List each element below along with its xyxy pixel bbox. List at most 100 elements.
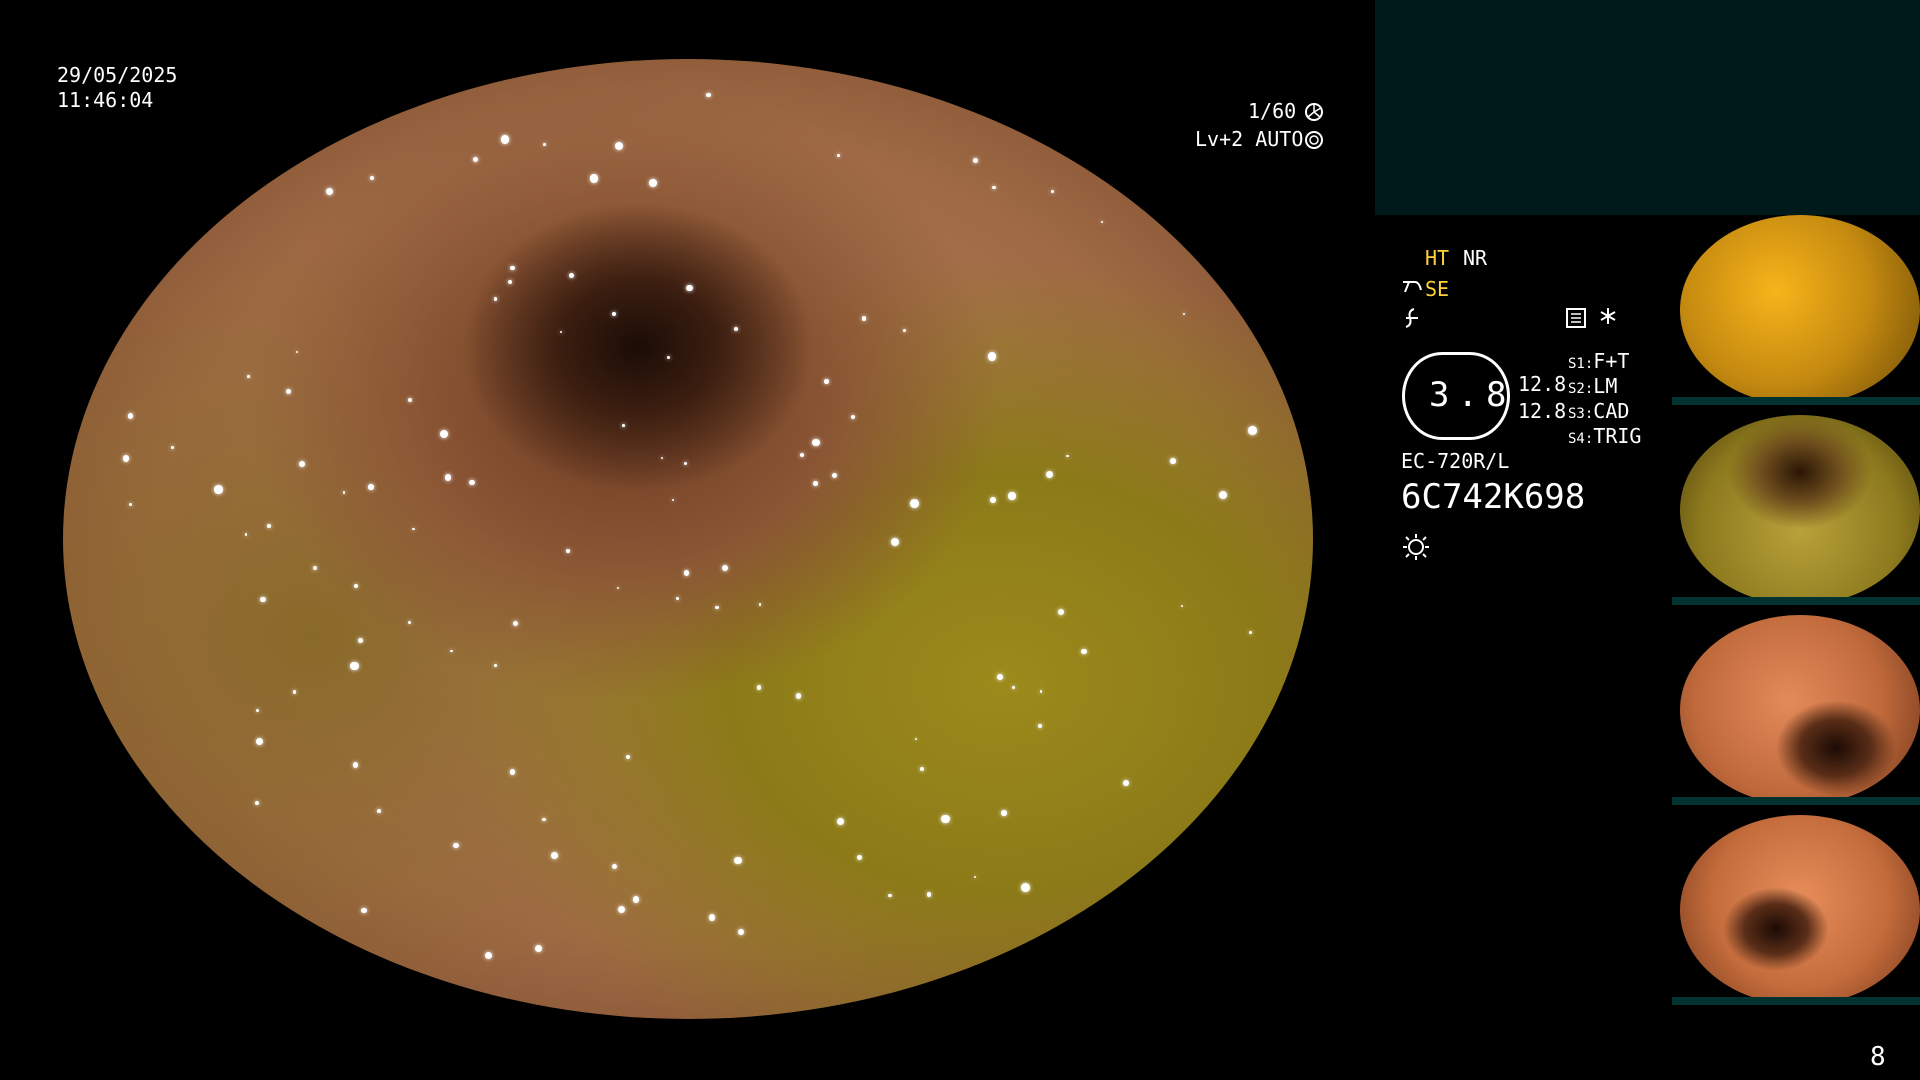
specular-highlight xyxy=(353,584,359,589)
info-panel xyxy=(1375,0,1920,215)
specular-highlight xyxy=(313,565,318,570)
specular-highlight xyxy=(902,328,907,332)
specular-highlight xyxy=(245,533,248,536)
specular-highlight xyxy=(485,952,493,960)
specular-highlight xyxy=(367,484,374,490)
specular-highlight xyxy=(683,570,690,576)
specular-highlight xyxy=(722,565,729,572)
specular-highlight xyxy=(509,265,515,271)
specular-highlight xyxy=(256,737,263,745)
specular-highlight xyxy=(128,503,132,507)
specular-highlight xyxy=(888,893,892,898)
specular-highlight xyxy=(660,457,663,460)
specular-highlight xyxy=(361,907,367,914)
specular-highlight xyxy=(512,621,518,627)
thumbnail-3[interactable] xyxy=(1672,615,1920,805)
switch-3: S3:CAD xyxy=(1568,399,1630,423)
switch-1: S1:F+T xyxy=(1568,349,1630,373)
light-icon xyxy=(1401,532,1431,562)
specular-highlight xyxy=(686,284,693,292)
specular-highlight xyxy=(973,876,976,879)
specular-highlight xyxy=(1123,779,1130,786)
specular-highlight xyxy=(444,474,452,481)
specular-highlight xyxy=(493,297,498,301)
thumbnail-1[interactable] xyxy=(1672,215,1920,405)
specular-highlight xyxy=(1001,810,1007,816)
specular-highlight xyxy=(1170,458,1176,464)
specular-highlight xyxy=(910,499,920,508)
page-number: 8 xyxy=(1870,1042,1886,1072)
specular-highlight xyxy=(973,158,979,164)
thumbnail-2[interactable] xyxy=(1672,415,1920,605)
asterisk-icon xyxy=(1599,307,1617,325)
shutter-label: 1/60 xyxy=(1248,99,1297,123)
specular-highlight xyxy=(507,280,512,285)
specular-highlight xyxy=(1218,490,1227,499)
se-indicator: SE xyxy=(1425,277,1450,301)
specular-highlight xyxy=(535,944,543,952)
specular-highlight xyxy=(408,620,412,624)
specular-highlight xyxy=(997,673,1004,680)
specular-highlight xyxy=(266,524,271,529)
specular-highlight xyxy=(799,453,804,458)
specular-highlight xyxy=(1081,648,1087,655)
ht-indicator: HT xyxy=(1425,246,1450,270)
specular-highlight xyxy=(666,355,671,360)
specular-highlight xyxy=(213,485,223,495)
brightness-indicator: 3.8 xyxy=(1402,352,1510,440)
specular-highlight xyxy=(1247,426,1257,435)
specular-highlight xyxy=(473,156,479,162)
specular-highlight xyxy=(170,446,174,449)
specular-highlight xyxy=(832,473,838,479)
specular-highlight xyxy=(260,596,266,603)
specular-highlight xyxy=(1045,470,1053,478)
endoscope-main-view xyxy=(63,59,1313,1019)
specular-highlight xyxy=(649,179,657,187)
specular-highlight xyxy=(622,423,625,427)
specular-highlight xyxy=(861,316,867,321)
specular-highlight xyxy=(1057,608,1065,616)
specular-highlight xyxy=(295,350,299,354)
specular-highlight xyxy=(369,176,374,181)
structure-enhance-icon xyxy=(1401,278,1425,294)
specular-highlight xyxy=(616,586,619,589)
memory-card-icon xyxy=(1565,307,1587,329)
specular-highlight xyxy=(706,92,711,98)
specular-highlight xyxy=(1066,454,1069,458)
specular-highlight xyxy=(352,762,359,768)
specular-highlight xyxy=(246,374,250,378)
specular-highlight xyxy=(285,389,291,395)
specular-highlight xyxy=(824,379,829,384)
specular-highlight xyxy=(1180,604,1184,608)
specular-highlight xyxy=(611,863,617,870)
time-label: 11:46:04 xyxy=(57,88,154,112)
specular-highlight xyxy=(255,708,259,712)
specular-highlight xyxy=(851,414,856,419)
specular-highlight xyxy=(1021,883,1031,892)
specular-highlight xyxy=(991,185,996,190)
specular-highlight xyxy=(565,548,570,553)
thumbnail-4[interactable] xyxy=(1672,815,1920,1005)
specular-highlight xyxy=(453,843,459,849)
specular-highlight xyxy=(987,352,997,361)
specular-highlight xyxy=(715,605,719,610)
specular-highlight xyxy=(377,809,381,813)
specular-highlight xyxy=(550,852,558,860)
specular-highlight xyxy=(450,649,453,653)
specular-highlight xyxy=(614,141,623,150)
switch-4: S4:TRIG xyxy=(1568,424,1642,448)
specular-highlight xyxy=(812,438,820,447)
specular-highlight xyxy=(1249,630,1253,634)
specular-highlight xyxy=(559,331,562,334)
serial-number-label: 6C742K698 xyxy=(1401,477,1586,517)
specular-highlight xyxy=(1011,685,1015,689)
specular-highlight xyxy=(358,637,363,643)
aperture-icon xyxy=(1305,103,1323,121)
specular-highlight xyxy=(350,661,359,671)
specular-highlight xyxy=(342,491,346,494)
specular-highlight xyxy=(292,690,297,694)
date-label: 29/05/2025 xyxy=(57,63,178,87)
specular-highlight xyxy=(509,769,515,775)
specular-highlight xyxy=(758,603,762,607)
specular-highlight xyxy=(890,537,899,547)
